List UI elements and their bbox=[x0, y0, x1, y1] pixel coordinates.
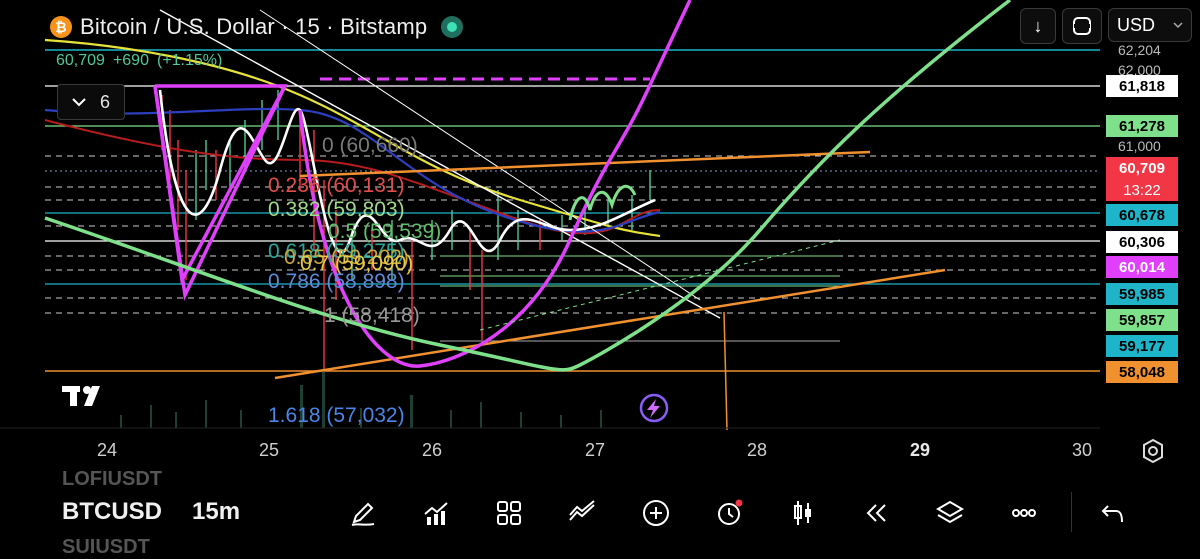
layers-icon bbox=[936, 500, 964, 524]
indicator-count: 6 bbox=[99, 91, 110, 112]
price-tag: 58,048 bbox=[1106, 361, 1178, 383]
symbol-title: Bitcoin / U.S. Dollar · 15 · Bitstamp bbox=[80, 14, 428, 39]
price-tag: 60,306 bbox=[1106, 231, 1178, 253]
time-axis-label: 30 bbox=[1071, 440, 1093, 460]
time-axis-label: 25 bbox=[258, 440, 280, 460]
chart-type-button[interactable] bbox=[785, 495, 821, 531]
tradingview-watermark bbox=[62, 386, 100, 406]
bar-countdown-tag: 13:22 bbox=[1106, 179, 1178, 201]
refresh-square-icon bbox=[1073, 17, 1091, 35]
toolbar-divider bbox=[1071, 492, 1072, 532]
currency-select[interactable]: USD bbox=[1108, 8, 1192, 42]
price-change-row: 60,709 +690 (+1.15%) bbox=[56, 52, 222, 70]
fib-label: 1.618 (57,032) bbox=[268, 404, 405, 427]
indicators-icon bbox=[424, 502, 448, 525]
pencil-icon bbox=[351, 502, 375, 526]
currency-value: USD bbox=[1117, 14, 1156, 35]
indicators-toggle[interactable]: 6 bbox=[57, 84, 125, 120]
chevron-down-icon bbox=[72, 98, 86, 107]
price-tag: 59,985 bbox=[1106, 283, 1178, 305]
time-axis-label: 27 bbox=[584, 440, 606, 460]
more-button[interactable] bbox=[1006, 495, 1042, 531]
alerts-button[interactable] bbox=[711, 495, 747, 531]
time-axis-label: 24 bbox=[96, 440, 118, 460]
settings-icon bbox=[1143, 438, 1163, 464]
layouts-button[interactable] bbox=[491, 495, 527, 531]
fullscreen-button[interactable] bbox=[1062, 8, 1102, 44]
chevron-down-icon bbox=[1173, 22, 1183, 29]
symbol-selector[interactable]: BTCUSD bbox=[62, 498, 162, 526]
candles-icon bbox=[794, 501, 811, 525]
price-tag: 59,857 bbox=[1106, 309, 1178, 331]
object-tree-button[interactable] bbox=[932, 495, 968, 531]
change-percent: (+1.15%) bbox=[156, 52, 223, 69]
time-axis-label: 26 bbox=[421, 440, 443, 460]
download-button[interactable]: ↓ bbox=[1020, 8, 1056, 44]
add-button[interactable] bbox=[638, 495, 674, 531]
replay-button[interactable] bbox=[858, 495, 894, 531]
chart-settings-button[interactable] bbox=[1140, 438, 1166, 464]
timeframe-selector[interactable]: 15m bbox=[192, 498, 240, 526]
bitcoin-logo-icon: ₿ bbox=[50, 16, 72, 38]
grid-icon bbox=[497, 501, 521, 525]
last-price: 60,709 bbox=[56, 52, 105, 69]
alarm-icon bbox=[718, 499, 743, 525]
trend-line-icon bbox=[569, 500, 595, 521]
price-tag: 59,177 bbox=[1106, 335, 1178, 357]
change-value: +690 bbox=[112, 52, 149, 69]
fib-label: 0.236 (60,131) bbox=[268, 174, 405, 197]
fib-label: 0 (60,660) bbox=[322, 134, 418, 157]
compare-button[interactable] bbox=[564, 495, 600, 531]
undo-button[interactable] bbox=[1095, 495, 1131, 531]
current-price-tag: 60,709 bbox=[1106, 157, 1178, 179]
watchlist-prev-symbol[interactable]: LOFIUSDT bbox=[62, 468, 162, 491]
watchlist-next-symbol[interactable]: SUIUSDT bbox=[62, 536, 150, 559]
symbol-header[interactable]: ₿ Bitcoin / U.S. Dollar · 15 · Bitstamp bbox=[50, 12, 464, 42]
axis-label: 62,204 bbox=[1118, 42, 1161, 58]
download-icon: ↓ bbox=[1033, 15, 1043, 36]
market-status-icon bbox=[441, 16, 464, 38]
replay-icon bbox=[866, 504, 886, 522]
lightning-icon[interactable] bbox=[639, 393, 669, 423]
axis-label: 61,000 bbox=[1118, 138, 1161, 154]
drawing-tools-button[interactable] bbox=[345, 495, 381, 531]
fib-label: 1 (58,418) bbox=[324, 304, 420, 327]
price-tag: 60,014 bbox=[1106, 256, 1178, 278]
fib-label: 0.382 (59,803) bbox=[268, 198, 405, 221]
more-icon bbox=[1012, 509, 1036, 517]
price-tag: 60,678 bbox=[1106, 204, 1178, 226]
indicators-button[interactable] bbox=[418, 495, 454, 531]
undo-icon bbox=[1101, 505, 1123, 523]
time-axis-label: 28 bbox=[746, 440, 768, 460]
time-axis-label: 29 bbox=[909, 440, 931, 460]
price-tag: 61,278 bbox=[1106, 115, 1178, 137]
plus-icon bbox=[643, 500, 669, 526]
price-tag: 61,818 bbox=[1106, 75, 1178, 97]
fib-label: 0.786 (58,898) bbox=[268, 270, 405, 293]
